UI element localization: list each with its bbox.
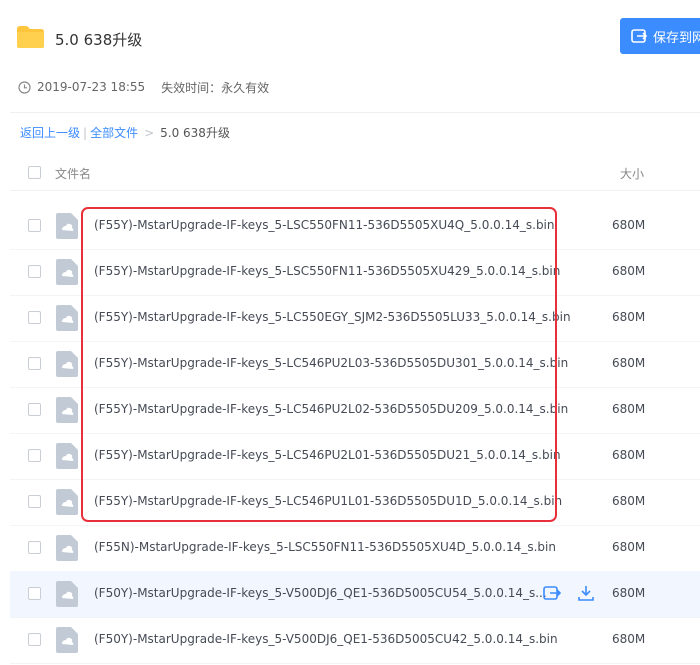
file-size: 680M <box>612 264 646 278</box>
list-header: 文件名 大小 <box>10 156 700 191</box>
file-size: 680M <box>612 586 646 600</box>
file-size: 680M <box>612 402 646 416</box>
table-row[interactable]: (F55Y)-MstarUpgrade-IF-keys_5-LSC550FN11… <box>10 249 700 296</box>
file-name[interactable]: (F55Y)-MstarUpgrade-IF-keys_5-LSC550FN11… <box>94 264 560 278</box>
file-size: 680M <box>612 448 646 462</box>
row-checkbox[interactable] <box>28 587 41 600</box>
select-all-checkbox[interactable] <box>28 166 41 179</box>
file-name[interactable]: (F55Y)-MstarUpgrade-IF-keys_5-LC546PU2L0… <box>94 356 568 370</box>
folder-title: 5.0 638升级 <box>55 31 143 49</box>
share-meta: 2019-07-23 18:55 失效时间： 永久有效 <box>18 78 269 96</box>
breadcrumb-current: 5.0 638升级 <box>160 126 230 140</box>
table-row[interactable]: (F55N)-MstarUpgrade-IF-keys_5-LSC550FN11… <box>10 525 700 572</box>
breadcrumb-separator: | <box>83 125 88 140</box>
share-header: 5.0 638升级 保存到网盘 <box>0 0 700 68</box>
row-checkbox[interactable] <box>28 265 41 278</box>
share-date: 2019-07-23 18:55 <box>37 80 146 94</box>
column-header-name[interactable]: 文件名 <box>55 165 91 182</box>
file-icon <box>56 351 78 377</box>
divider <box>10 112 700 113</box>
file-icon <box>56 213 78 239</box>
save-button-label: 保存到网盘 <box>653 30 700 46</box>
file-size: 680M <box>612 218 646 232</box>
file-icon <box>56 259 78 285</box>
table-row[interactable]: (F55Y)-MstarUpgrade-IF-keys_5-LC546PU1L0… <box>10 479 700 526</box>
save-to-netdisk-button[interactable]: 保存到网盘 <box>620 18 700 54</box>
file-name[interactable]: (F50Y)-MstarUpgrade-IF-keys_5-V500DJ6_QE… <box>94 632 558 646</box>
file-name[interactable]: (F55Y)-MstarUpgrade-IF-keys_5-LC546PU1L0… <box>94 494 562 508</box>
table-row[interactable]: (F55Y)-MstarUpgrade-IF-keys_5-LC546PU2L0… <box>10 433 700 480</box>
row-checkbox[interactable] <box>28 219 41 232</box>
file-name[interactable]: (F55Y)-MstarUpgrade-IF-keys_5-LC550EGY_S… <box>94 310 571 324</box>
file-size: 680M <box>612 494 646 508</box>
row-checkbox[interactable] <box>28 403 41 416</box>
download-icon[interactable] <box>576 583 596 603</box>
row-checkbox[interactable] <box>28 633 41 646</box>
expire-label: 失效时间： <box>161 80 222 95</box>
file-name[interactable]: (F55N)-MstarUpgrade-IF-keys_5-LSC550FN11… <box>94 540 556 554</box>
column-header-size[interactable]: 大小 <box>620 165 644 182</box>
row-actions <box>542 583 596 603</box>
folder-icon <box>17 26 44 48</box>
file-size: 680M <box>612 632 646 646</box>
file-icon <box>56 535 78 561</box>
file-icon <box>56 443 78 469</box>
save-to-netdisk-icon[interactable] <box>542 583 562 603</box>
file-name[interactable]: (F50Y)-MstarUpgrade-IF-keys_5-V500DJ6_QE… <box>94 586 547 600</box>
file-name[interactable]: (F55Y)-MstarUpgrade-IF-keys_5-LSC550FN11… <box>94 218 555 232</box>
save-icon <box>631 29 648 43</box>
back-link[interactable]: 返回上一级 <box>20 124 80 141</box>
clock-icon <box>18 80 31 94</box>
file-name[interactable]: (F55Y)-MstarUpgrade-IF-keys_5-LC546PU2L0… <box>94 402 568 416</box>
breadcrumb: 返回上一级 | 全部文件 > 5.0 638升级 <box>20 124 230 141</box>
table-row[interactable]: (F50Y)-MstarUpgrade-IF-keys_5-V500DJ6_QE… <box>10 571 700 618</box>
table-row[interactable]: (F55Y)-MstarUpgrade-IF-keys_5-LSC550FN11… <box>10 203 700 250</box>
expire-value: 永久有效 <box>221 80 270 95</box>
file-icon <box>56 627 78 653</box>
table-row[interactable]: (F55Y)-MstarUpgrade-IF-keys_5-LC546PU2L0… <box>10 387 700 434</box>
row-checkbox[interactable] <box>28 541 41 554</box>
all-files-link[interactable]: 全部文件 <box>90 124 138 141</box>
file-size: 680M <box>612 540 646 554</box>
table-row[interactable]: (F55Y)-MstarUpgrade-IF-keys_5-LC546PU2L0… <box>10 341 700 388</box>
file-icon <box>56 489 78 515</box>
file-icon <box>56 397 78 423</box>
table-row[interactable]: (F50Y)-MstarUpgrade-IF-keys_5-V500DJ6_QE… <box>10 617 700 664</box>
file-size: 680M <box>612 356 646 370</box>
row-checkbox[interactable] <box>28 495 41 508</box>
breadcrumb-chevron: > <box>144 125 155 140</box>
file-name[interactable]: (F55Y)-MstarUpgrade-IF-keys_5-LC546PU2L0… <box>94 448 561 462</box>
table-row[interactable]: (F55Y)-MstarUpgrade-IF-keys_5-LC550EGY_S… <box>10 295 700 342</box>
row-checkbox[interactable] <box>28 357 41 370</box>
file-size: 680M <box>612 310 646 324</box>
row-checkbox[interactable] <box>28 311 41 324</box>
file-icon <box>56 305 78 331</box>
row-checkbox[interactable] <box>28 449 41 462</box>
file-icon <box>56 581 78 607</box>
